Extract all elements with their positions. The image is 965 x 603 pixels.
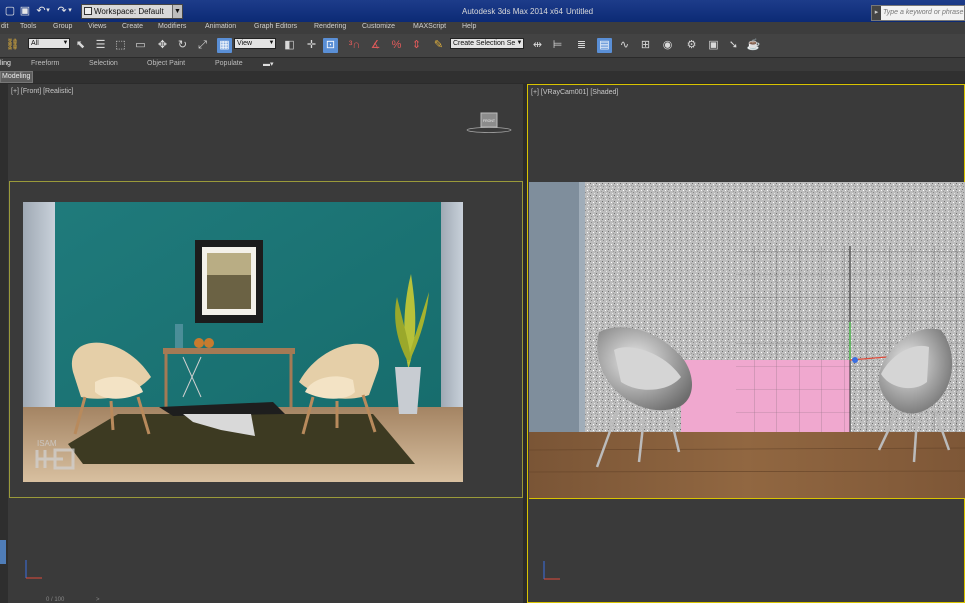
modeling-panel-tab[interactable]: Modeling xyxy=(0,71,33,83)
menu-rendering[interactable]: Rendering xyxy=(314,23,346,30)
axis-tripod-icon xyxy=(25,560,42,579)
layer-manager-icon[interactable]: ≣ xyxy=(574,38,589,53)
workspace-label: Workspace: Default xyxy=(94,7,164,16)
watermark-text: ISAM xyxy=(37,439,57,448)
search-placeholder: Type a keyword or phrase xyxy=(883,9,964,16)
menu-maxscript[interactable]: MAXScript xyxy=(413,23,446,30)
menu-tools[interactable]: Tools xyxy=(20,23,36,30)
console-table xyxy=(163,348,295,354)
gizmo-pivot xyxy=(852,357,858,363)
undo-dropdown-icon[interactable]: ▾ xyxy=(44,4,52,18)
selection-filter-value: All xyxy=(31,40,39,47)
app-window: ▢ ▣ ↶ ▾ ↷ ▾ Workspace: Default ▼ Autodes… xyxy=(0,0,965,603)
material-editor-icon[interactable]: ◉ xyxy=(660,38,675,53)
tab-modeling[interactable]: ling xyxy=(0,60,11,67)
keyboard-shortcut-toggle-icon[interactable]: ⊡ xyxy=(323,38,338,53)
frame-counter: 0 / 100 xyxy=(46,597,65,603)
pivot-center-icon[interactable]: ◧ xyxy=(282,38,297,53)
search-expand-icon[interactable]: ▸ xyxy=(872,6,881,20)
panel-handle[interactable] xyxy=(0,540,6,564)
menu-bar: dit Tools Group Views Create Modifiers A… xyxy=(0,22,965,34)
document-title: Untitled xyxy=(566,7,594,16)
wall-pillar xyxy=(529,182,585,432)
schematic-view-icon[interactable]: ⊞ xyxy=(638,38,653,53)
named-selection-value: Create Selection Se xyxy=(453,40,516,47)
menu-graph-editors[interactable]: Graph Editors xyxy=(254,23,297,30)
menu-group[interactable]: Group xyxy=(53,23,72,30)
viewport-label-camera[interactable]: [+] [VRayCam001] [Shaded] xyxy=(531,89,618,96)
menu-customize[interactable]: Customize xyxy=(362,23,395,30)
select-scale-icon[interactable]: ⤢ xyxy=(195,38,210,53)
tab-freeform[interactable]: Freeform xyxy=(31,60,59,67)
axis-tripod-icon xyxy=(543,561,560,580)
selection-filter-dropdown[interactable]: All ▼ xyxy=(28,38,70,49)
spinner-snap-icon[interactable]: ⇕ xyxy=(409,38,424,53)
title-bar: ▢ ▣ ↶ ▾ ↷ ▾ Workspace: Default ▼ Autodes… xyxy=(0,0,965,22)
render-setup-icon[interactable]: ⚙ xyxy=(684,38,699,53)
align-icon[interactable]: ⊨ xyxy=(550,38,565,53)
edit-named-selection-icon[interactable]: ✎ xyxy=(431,38,446,53)
chevron-down-icon: ▼ xyxy=(516,40,523,46)
select-by-name-icon[interactable]: ☰ xyxy=(93,38,108,53)
shaded-scene xyxy=(529,182,965,498)
menu-edit[interactable]: dit xyxy=(1,23,8,30)
reference-coordinate-dropdown[interactable]: View ▼ xyxy=(234,38,276,49)
time-slider-arrow-icon[interactable]: > xyxy=(96,597,100,603)
render-teapot-icon[interactable]: ☕ xyxy=(746,38,761,53)
reference-coordinate-value: View xyxy=(237,40,253,47)
main-toolbar: ⛓ All ▼ ⬉ ☰ ⬚ ▭ ✥ ↻ ⤢ ▦ View ▼ ◧ ✛ ⊡ ³∩ … xyxy=(0,34,965,58)
menu-animation[interactable]: Animation xyxy=(205,23,236,30)
redo-dropdown-icon[interactable]: ▾ xyxy=(66,4,74,18)
rendered-frame-window-icon[interactable]: ▣ xyxy=(706,38,721,53)
snaps-toggle-icon[interactable]: ³∩ xyxy=(347,38,362,53)
workspace-icon xyxy=(84,7,92,15)
wood-floor xyxy=(529,432,965,498)
tab-selection[interactable]: Selection xyxy=(89,60,118,67)
placement-icon[interactable]: ▦ xyxy=(217,38,232,53)
chevron-down-icon: ▼ xyxy=(268,40,275,46)
menu-views[interactable]: Views xyxy=(88,23,107,30)
menu-create[interactable]: Create xyxy=(122,23,143,30)
save-icon[interactable]: ▣ xyxy=(18,4,32,18)
rendered-scene: ISAM xyxy=(23,202,463,482)
chevron-down-icon: ▼ xyxy=(62,40,69,46)
chevron-down-icon: ▼ xyxy=(172,5,182,18)
angle-snap-icon[interactable]: ∡ xyxy=(368,38,383,53)
ribbon-tab-bar: ling Freeform Selection Object Paint Pop… xyxy=(0,58,965,71)
viewport-label-front[interactable]: [+] [Front] [Realistic] xyxy=(11,88,73,95)
tab-object-paint[interactable]: Object Paint xyxy=(147,60,185,67)
menu-modifiers[interactable]: Modifiers xyxy=(158,23,186,30)
search-input[interactable]: ▸ Type a keyword or phrase xyxy=(871,5,965,21)
mirror-icon[interactable]: ⇹ xyxy=(530,38,545,53)
region-select-icon[interactable]: ⬚ xyxy=(113,38,128,53)
link-icon[interactable]: ⛓ xyxy=(5,38,20,53)
curve-editor-icon[interactable]: ∿ xyxy=(617,38,632,53)
manipulate-icon[interactable]: ✛ xyxy=(304,38,319,53)
select-object-icon[interactable]: ⬉ xyxy=(73,38,88,53)
workspace-selector[interactable]: Workspace: Default ▼ xyxy=(81,4,183,19)
viewcube-icon[interactable]: FRONT xyxy=(466,111,516,135)
app-title: Autodesk 3ds Max 2014 x64 xyxy=(462,7,563,16)
graphite-toggle-icon[interactable]: ▤ xyxy=(597,38,612,53)
viewport-safe-frame-bottom xyxy=(529,498,965,499)
select-move-icon[interactable]: ✥ xyxy=(155,38,170,53)
ribbon-options-icon[interactable]: ▬▾ xyxy=(263,60,274,68)
ribbon-panel-bar: Modeling xyxy=(0,71,965,83)
left-panel-edge xyxy=(0,84,8,603)
window-crossing-icon[interactable]: ▭ xyxy=(133,38,148,53)
named-selection-dropdown[interactable]: Create Selection Se ▼ xyxy=(450,38,524,49)
select-rotate-icon[interactable]: ↻ xyxy=(175,38,190,53)
menu-help[interactable]: Help xyxy=(462,23,476,30)
percent-snap-icon[interactable]: % xyxy=(389,38,404,53)
tab-populate[interactable]: Populate xyxy=(215,60,243,67)
viewcube-face-label: FRONT xyxy=(483,119,496,123)
new-file-icon[interactable]: ▢ xyxy=(3,4,17,18)
render-production-icon[interactable]: ➘ xyxy=(726,38,741,53)
